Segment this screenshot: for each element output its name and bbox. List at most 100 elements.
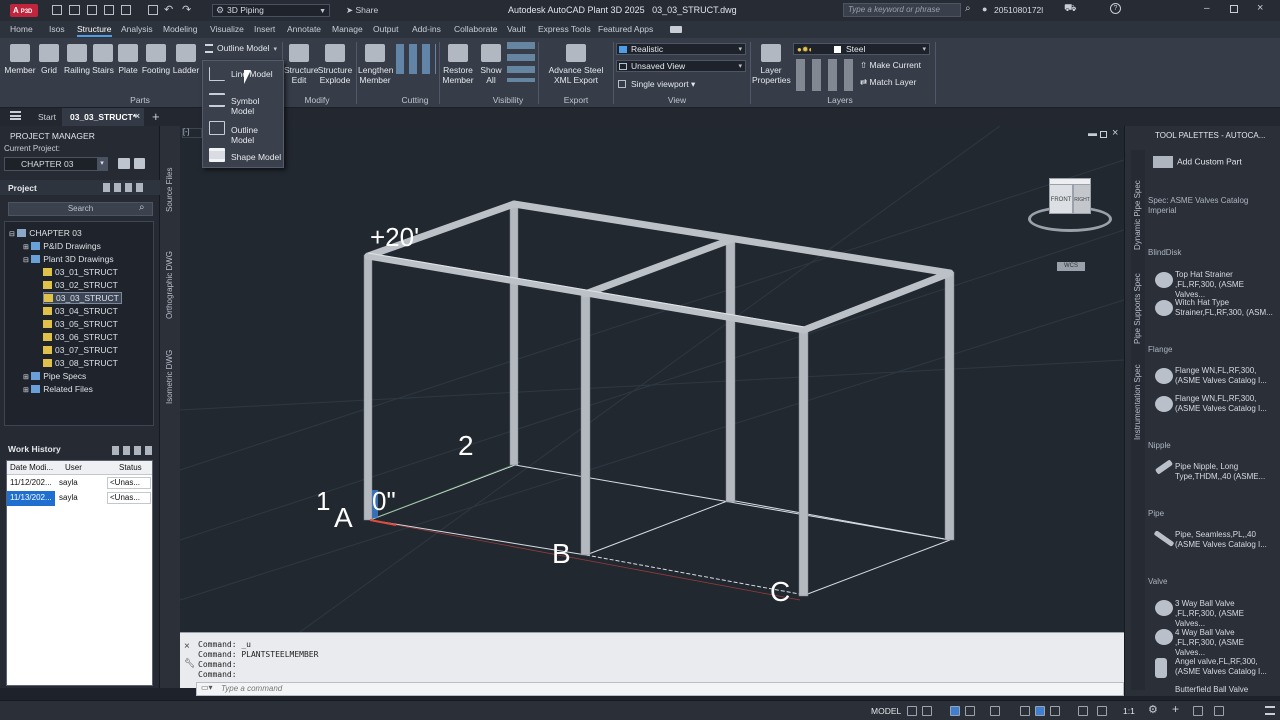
tab-collaborate[interactable]: Collaborate <box>454 24 497 34</box>
lengthen-member-button[interactable]: Lengthen Member <box>358 44 393 85</box>
wcs-menu[interactable]: WCS <box>1057 262 1085 271</box>
make-current-button[interactable]: ⇧ Make Current <box>860 60 921 71</box>
viewcube[interactable]: FRONT RIGHT <box>1028 178 1112 238</box>
member-button[interactable]: Member <box>4 44 36 75</box>
workspace-gear-icon[interactable]: ⚙ <box>1148 703 1158 716</box>
snap-mode-icon[interactable] <box>922 706 932 716</box>
restore-member-button[interactable]: Restore Member <box>441 44 475 85</box>
tree-node-pipe-specs[interactable]: ⊞ Pipe Specs <box>23 371 86 381</box>
structure-model[interactable] <box>180 126 1124 632</box>
layer-tools-icons[interactable] <box>796 59 858 91</box>
tab-home[interactable]: Home <box>10 24 33 34</box>
viewport-restore-icon[interactable] <box>1100 131 1107 138</box>
grid-display-icon[interactable] <box>907 706 917 716</box>
tab-pipe-supports-spec[interactable]: Pipe Supports Spec <box>1133 273 1142 344</box>
workspace-select[interactable]: ⚙ 3D Piping ▼ <box>212 4 330 17</box>
open-icon[interactable] <box>69 5 80 15</box>
viewcube-front-face[interactable]: FRONT <box>1049 184 1073 214</box>
auto-scale-icon[interactable] <box>1097 706 1107 716</box>
drawing-viewport[interactable]: +20' 2 1 A 0" B C FRONT RIGHT WCS ▬ × [-… <box>180 126 1124 632</box>
help-icon[interactable]: ? <box>1110 3 1121 14</box>
palette-item[interactable]: Angel valve,FL,RF,300, (ASME Valves Cata… <box>1175 657 1275 677</box>
new-icon[interactable] <box>52 5 62 15</box>
clean-screen-icon[interactable] <box>1214 706 1224 716</box>
current-project-select[interactable]: CHAPTER 03 ▾ <box>4 157 108 171</box>
grid-button[interactable]: Grid <box>38 44 60 75</box>
layer-properties-button[interactable]: Layer Properties <box>752 44 791 85</box>
tab-current-drawing[interactable]: 03_03_STRUCT* × <box>62 108 144 126</box>
minimize-icon[interactable]: – <box>1204 3 1210 14</box>
palette-item[interactable]: Butterfield Ball Valve <box>1175 685 1275 695</box>
view-select[interactable]: Unsaved View ▾ <box>616 60 746 72</box>
tab-modeling[interactable]: Modeling <box>163 24 198 34</box>
palette-item[interactable]: Pipe Nipple, Long Type,THDM,,40 (ASME... <box>1175 462 1275 482</box>
tab-insert[interactable]: Insert <box>254 24 275 34</box>
project-toolbar-icons[interactable] <box>103 183 145 192</box>
tree-node-plant3d[interactable]: ⊟ Plant 3D Drawings <box>23 254 114 264</box>
tab-add-ins[interactable]: Add-ins <box>412 24 441 34</box>
redo-icon[interactable]: ↷ <box>182 3 191 16</box>
work-history-tools-icons[interactable] <box>112 446 152 455</box>
column-header-status[interactable]: Status <box>119 463 142 472</box>
tree-node-pid[interactable]: ⊞ P&ID Drawings <box>23 241 101 251</box>
display-model-select[interactable]: Outline Model ▾ <box>204 43 280 55</box>
viewport-close-icon[interactable]: × <box>1112 127 1118 139</box>
viewcube-right-face[interactable]: RIGHT <box>1073 184 1091 214</box>
structure-explode-button[interactable]: Structure Explode <box>316 44 354 85</box>
column-header-user[interactable]: User <box>65 463 82 472</box>
project-search-input[interactable]: Search <box>8 202 153 216</box>
lineweight-icon[interactable] <box>1050 706 1060 716</box>
viewcube-top-face[interactable] <box>1049 178 1091 185</box>
polar-tracking-icon[interactable] <box>965 706 975 716</box>
add-icon[interactable]: + <box>1172 702 1179 716</box>
search-input[interactable]: Type a keyword or phrase <box>843 3 961 17</box>
add-custom-part-button[interactable]: Add Custom Part <box>1153 156 1242 168</box>
cell-status-select[interactable]: <Unas... <box>107 477 151 489</box>
app-logo[interactable]: A P3D <box>10 4 38 17</box>
tab-orthographic-dwg[interactable]: Orthographic DWG <box>165 251 174 319</box>
advance-steel-export-button[interactable]: Advance Steel XML Export <box>540 44 612 85</box>
tab-vault[interactable]: Vault <box>507 24 526 34</box>
project-tools-icon[interactable] <box>134 158 145 169</box>
tree-node-drawing[interactable]: 03_08_STRUCT <box>43 358 118 368</box>
palette-item[interactable]: 3 Way Ball Valve ,FL,RF,300, (ASME Valve… <box>1175 599 1275 629</box>
tree-node-drawing[interactable]: 03_01_STRUCT <box>43 267 118 277</box>
ribbon-toggle-icon[interactable] <box>670 26 682 33</box>
tree-node-chapter[interactable]: ⊟ CHAPTER 03 <box>9 228 82 238</box>
tab-manage[interactable]: Manage <box>332 24 363 34</box>
tree-node-drawing-selected[interactable]: 03_03_STRUCT <box>43 292 122 304</box>
print-icon[interactable] <box>121 5 131 15</box>
tab-structure[interactable]: Structure <box>77 24 112 37</box>
cart-icon[interactable]: ⛟ <box>1064 3 1077 16</box>
viewport-config-select[interactable]: Single viewport ▾ <box>618 79 700 90</box>
tree-node-drawing[interactable]: 03_07_STRUCT <box>43 345 118 355</box>
tree-node-drawing[interactable]: 03_04_STRUCT <box>43 306 118 316</box>
tree-node-drawing[interactable]: 03_02_STRUCT <box>43 280 118 290</box>
tab-express-tools[interactable]: Express Tools <box>538 24 591 34</box>
print-project-icon[interactable] <box>118 158 130 169</box>
undo-icon[interactable]: ↶ <box>164 3 173 16</box>
object-snap-tracking-icon[interactable] <box>1020 706 1030 716</box>
annotation-scale[interactable]: 1:1 <box>1123 706 1135 716</box>
visibility-tools-icon[interactable] <box>507 42 535 82</box>
new-tab-icon[interactable]: + <box>152 109 160 124</box>
palette-item[interactable]: Flange WN,FL,RF,300, (ASME Valves Catalo… <box>1175 394 1275 414</box>
isolate-objects-icon[interactable] <box>1193 706 1203 716</box>
close-tab-icon[interactable]: × <box>135 111 140 121</box>
tab-analysis[interactable]: Analysis <box>121 24 153 34</box>
wrench-icon[interactable]: 🔧︎ <box>184 658 195 669</box>
tab-instrumentation-spec[interactable]: Instrumentation Spec <box>1133 364 1142 440</box>
cutting-tools-icon[interactable] <box>396 44 436 74</box>
symbol-model-option[interactable]: Symbol Model <box>207 90 283 116</box>
user-icon[interactable]: ● <box>982 4 987 14</box>
railing-button[interactable]: Railing <box>63 44 91 75</box>
model-space-toggle[interactable]: MODEL <box>871 706 901 716</box>
viewport-controls-label[interactable]: [-] <box>182 128 202 138</box>
footing-button[interactable]: Footing <box>141 44 171 75</box>
palette-item[interactable]: Pipe, Seamless,PL,,40 (ASME Valves Catal… <box>1175 530 1275 550</box>
ladder-button[interactable]: Ladder <box>172 44 200 75</box>
tree-node-related-files[interactable]: ⊞ Related Files <box>23 384 93 394</box>
maximize-icon[interactable] <box>1230 5 1238 13</box>
annotation-visibility-icon[interactable] <box>1078 706 1088 716</box>
stairs-button[interactable]: Stairs <box>92 44 114 75</box>
